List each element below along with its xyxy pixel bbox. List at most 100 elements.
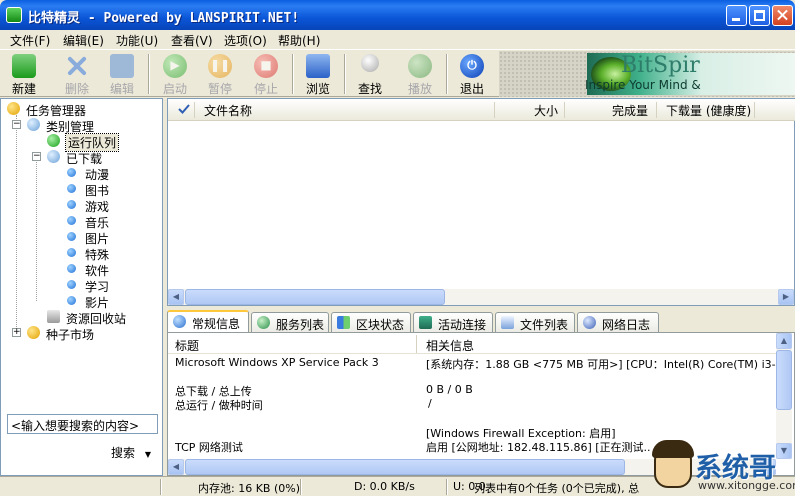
maximize-button[interactable] <box>749 5 770 26</box>
tab-service-list[interactable]: 服务列表 <box>251 312 329 332</box>
tab-active-connections[interactable]: 活动连接 <box>413 312 493 332</box>
start-button[interactable]: ▶ 启动 <box>153 52 197 96</box>
menu-edit[interactable]: 编辑(E) <box>63 32 104 49</box>
maximize-icon <box>754 10 765 21</box>
tree-item-software[interactable]: 软件 <box>51 261 161 278</box>
edit-button[interactable]: 编辑 <box>100 52 144 96</box>
scroll-thumb[interactable] <box>185 289 445 305</box>
folder-dot-icon <box>67 248 76 257</box>
scroll-thumb[interactable] <box>776 350 792 410</box>
checkmark-icon[interactable] <box>178 103 190 115</box>
delete-button[interactable]: 删除 <box>55 52 99 96</box>
column-divider <box>656 102 657 118</box>
recycle-bin-icon <box>47 310 60 323</box>
tree-item-task-manager[interactable]: 任务管理器 <box>7 101 157 118</box>
tree-item-music[interactable]: 音乐 <box>51 213 161 230</box>
tree-item-books[interactable]: 图书 <box>51 181 161 198</box>
tree-item-anime[interactable]: 动漫 <box>51 165 161 182</box>
pause-button[interactable]: ❚❚ 暂停 <box>198 52 242 96</box>
power-icon: ⏻ <box>460 54 484 78</box>
detail-header-info: 相关信息 <box>426 339 475 353</box>
total-runtime-value: / <box>428 397 432 410</box>
folder-dot-icon <box>67 168 76 177</box>
column-divider <box>494 102 495 118</box>
column-divider <box>564 102 565 118</box>
menu-help[interactable]: 帮助(H) <box>278 32 320 49</box>
stop-button[interactable]: ■ 停止 <box>244 52 288 96</box>
status-divider <box>300 479 302 495</box>
tree-item-category[interactable]: − 类别管理 <box>11 117 161 134</box>
tree-item-downloaded[interactable]: − 已下载 <box>31 149 161 166</box>
column-divider <box>194 102 195 118</box>
tree-item-pictures[interactable]: 图片 <box>51 229 161 246</box>
scroll-right-icon[interactable]: ▶ <box>778 289 794 305</box>
folder-dot-icon <box>67 280 76 289</box>
toolbar: 新建 删除 编辑 ▶ 启动 ❚❚ 暂停 ■ 停止 浏览 查找 播放 ⏻ 退出 B… <box>0 49 795 97</box>
tree-item-running-queue[interactable]: 运行队列 <box>31 133 161 152</box>
task-tree-panel: 任务管理器 − 类别管理 运行队列 − 已下载 动漫 图书 游戏 音乐 图片 特… <box>0 98 163 476</box>
title-bar[interactable]: 比特精灵 - Powered by LANSPIRIT.NET! <box>0 0 795 30</box>
scroll-up-icon[interactable]: ▲ <box>776 333 792 349</box>
scroll-left-icon[interactable]: ◀ <box>168 459 184 475</box>
new-button[interactable]: 新建 <box>2 52 46 96</box>
globe-icon <box>257 316 270 329</box>
tab-general-info[interactable]: 常规信息 <box>167 310 249 332</box>
tree-item-games[interactable]: 游戏 <box>51 197 161 214</box>
expand-icon[interactable]: + <box>12 328 21 337</box>
tab-file-list[interactable]: 文件列表 <box>495 312 575 332</box>
blocks-icon <box>337 316 350 329</box>
close-button[interactable] <box>772 5 793 26</box>
edit-icon <box>110 54 134 78</box>
downloaded-icon <box>47 150 60 163</box>
stop-icon: ■ <box>254 54 278 78</box>
column-divider <box>754 102 755 118</box>
search-icon <box>361 54 379 72</box>
file-list-icon <box>501 316 514 329</box>
list-horizontal-scrollbar[interactable]: ◀ ▶ <box>168 289 794 305</box>
os-info: Microsoft Windows XP Service Pack 3 <box>175 356 379 369</box>
collapse-icon[interactable]: − <box>12 120 21 129</box>
task-list[interactable]: 文件名称 大小 完成量 下载量 (健康度) ◀ ▶ <box>167 98 795 306</box>
tab-network-log[interactable]: 网络日志 <box>577 312 659 332</box>
folder-dot-icon <box>67 216 76 225</box>
tree-item-special[interactable]: 特殊 <box>51 245 161 262</box>
scroll-left-icon[interactable]: ◀ <box>168 289 184 305</box>
play-icon: ▶ <box>163 54 187 78</box>
find-button[interactable]: 查找 <box>348 52 392 96</box>
menu-bar: 文件(F) 编辑(E) 功能(U) 查看(V) 选项(O) 帮助(H) <box>0 30 795 49</box>
avatar-hair <box>652 440 694 458</box>
browse-button[interactable]: 浏览 <box>296 52 340 96</box>
tree-item-movies[interactable]: 影片 <box>51 293 161 310</box>
menu-options[interactable]: 选项(O) <box>224 32 267 49</box>
column-size[interactable]: 大小 <box>534 102 558 119</box>
menu-view[interactable]: 查看(V) <box>171 32 213 49</box>
category-icon <box>27 118 40 131</box>
folder-dot-icon <box>67 200 76 209</box>
brand-name: BitSpir <box>621 53 700 78</box>
column-filename[interactable]: 文件名称 <box>204 102 252 119</box>
minimize-button[interactable] <box>726 5 747 26</box>
menu-function[interactable]: 功能(U) <box>116 32 158 49</box>
tree-item-recycle-bin[interactable]: 资源回收站 <box>31 309 161 326</box>
tree-item-seed-market[interactable]: + 种子市场 <box>11 325 161 342</box>
column-completed[interactable]: 完成量 <box>612 102 648 119</box>
folder-dot-icon <box>67 264 76 273</box>
system-memory-info: [系统内存：1.88 GB <775 MB 可用>] [CPU：Intel(R)… <box>426 358 776 371</box>
exit-button[interactable]: ⏻ 退出 <box>450 52 494 96</box>
column-downloaded-health[interactable]: 下载量 (健康度) <box>666 102 751 119</box>
tree-item-study[interactable]: 学习 <box>51 277 161 294</box>
status-divider <box>446 479 448 495</box>
brand-banner: BitSpir Inspire Your Mind & <box>499 51 795 97</box>
column-divider <box>416 335 417 353</box>
pause-icon: ❚❚ <box>208 54 232 78</box>
collapse-icon[interactable]: − <box>32 152 41 161</box>
tab-block-status[interactable]: 区块状态 <box>331 312 411 332</box>
menu-file[interactable]: 文件(F) <box>10 32 50 49</box>
running-icon <box>47 134 60 147</box>
detail-tabs: 常规信息 服务列表 区块状态 活动连接 文件列表 网络日志 <box>167 310 795 332</box>
search-button[interactable]: 搜索 ▼ <box>111 444 151 461</box>
scroll-thumb[interactable] <box>185 459 625 475</box>
play-button[interactable]: 播放 <box>398 52 442 96</box>
search-input[interactable]: <输入想要搜索的内容> <box>7 414 158 434</box>
watermark: 系统哥 www.xitongge.com <box>650 440 795 496</box>
